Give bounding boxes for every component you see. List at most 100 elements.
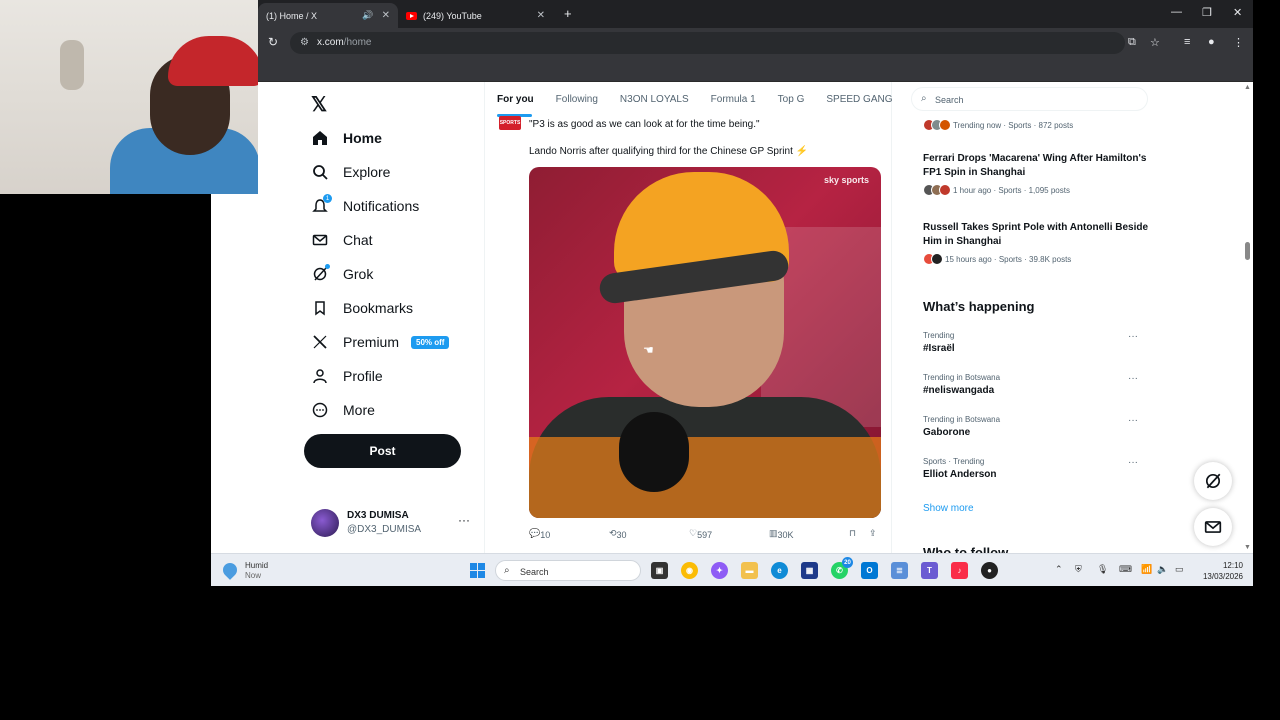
chrome-icon[interactable]: ◉ [681,562,698,579]
tab-top-g[interactable]: Top G [756,82,805,116]
nav-explore[interactable]: Explore [311,157,390,187]
tweet-quote: "P3 is as good as we can look at for the… [529,119,760,130]
nav-grok[interactable]: Grok [311,259,373,289]
messages-float-button[interactable] [1194,508,1232,546]
trend-name: #neliswangada [923,385,995,396]
like-button[interactable]: ♡ 597 [689,528,712,540]
driver-suit-orange [529,437,881,518]
keyboard-icon[interactable]: ⌨ [1119,564,1132,575]
search-icon: ⌕ [504,565,510,576]
clock[interactable]: 12:10 13/03/2026 [1197,560,1243,582]
music-icon[interactable]: ♪ [951,562,968,579]
trend-item[interactable]: Trending in Botswana #neliswangada ··· [923,373,1138,396]
bookmark-star-icon[interactable]: ☆ [1150,36,1160,49]
whatsapp-icon[interactable]: ✆ 20 [831,557,853,579]
profile-icon[interactable]: ● [1208,36,1215,48]
nav-notifications[interactable]: 1 Notifications [311,191,419,221]
minimize-icon[interactable]: — [1171,6,1182,18]
news-item[interactable]: Russell Takes Sprint Pole with Antonelli… [923,221,1153,265]
tab-youtube[interactable]: (249) YouTube ✕ [398,3,553,28]
page-scrollbar[interactable]: ▲ ▼ [1241,82,1253,553]
grok-icon [311,264,330,283]
reply-button[interactable]: 💬 10 [529,528,550,540]
trend-item[interactable]: Sports · Trending Elliot Anderson ··· [923,457,1138,480]
taskbar-search[interactable]: ⌕ Search [495,560,641,581]
reload-icon[interactable]: ↻ [268,35,278,49]
show-more-link[interactable]: Show more [923,503,974,514]
more-dots-icon[interactable]: ··· [1128,415,1138,426]
file-explorer-icon[interactable]: ▬ [741,562,758,579]
clock-date: 13/03/2026 [1202,572,1243,581]
clock-time: 12:10 [1222,561,1243,570]
nav-home[interactable]: Home [311,123,382,153]
scroll-thumb[interactable] [1245,242,1250,260]
recorder-icon[interactable]: ● [981,562,998,579]
scroll-down-icon[interactable]: ▼ [1244,544,1251,551]
nav-bookmarks[interactable]: Bookmarks [311,293,413,323]
more-dots-icon[interactable]: ··· [1128,457,1138,468]
close-window-icon[interactable]: ✕ [1233,6,1242,19]
nav-profile[interactable]: Profile [311,361,383,391]
install-app-icon[interactable]: ⧉ [1128,36,1136,49]
trend-item[interactable]: Trending in Botswana Gaborone ··· [923,415,1138,438]
news-meta: 1 hour ago · Sports · 1,095 posts [923,184,1153,196]
notepad-icon[interactable]: ≣ [891,562,908,579]
edge-icon[interactable]: e [771,562,788,579]
tab-for-you[interactable]: For you [485,82,534,116]
task-view-icon[interactable]: ▣ [651,562,668,579]
tab-n3on-loyals[interactable]: N3ON LOYALS [598,82,689,116]
nav-premium[interactable]: Premium 50% off [311,327,450,357]
news-item[interactable]: Trending now · Sports · 872 posts [923,115,1153,131]
search-input[interactable]: ⌕ Search [911,87,1148,111]
person-cap [168,36,258,86]
speaker-icon[interactable]: 🔊 [362,10,373,21]
post-button[interactable]: Post [304,434,461,468]
store-icon[interactable]: ▦ [801,562,818,579]
url-text[interactable]: x.com/home [317,37,371,48]
share-icon[interactable]: ⇪ [869,528,877,539]
repost-button[interactable]: ⟲ 30 [609,528,627,540]
tab-formula-1[interactable]: Formula 1 [689,82,756,116]
tab-speed-gang[interactable]: SPEED GANG [804,82,892,116]
trend-item[interactable]: Trending #Israël ··· [923,331,1138,354]
omnibox[interactable] [290,32,1125,54]
new-tab-icon[interactable]: + [564,6,572,21]
volume-icon[interactable]: 🔈 [1157,564,1168,575]
restore-icon[interactable]: ❐ [1202,6,1212,19]
view-count: 30K [777,530,794,540]
battery-icon[interactable]: ▭ [1175,564,1184,575]
close-tab-icon[interactable]: ✕ [537,10,545,21]
windows-start-icon[interactable] [470,563,485,578]
raindrop-icon [220,560,240,580]
avatar-stack [923,119,951,131]
account-switcher[interactable]: DX3 DUMISA @DX3_DUMISA ··· [311,507,481,541]
address-toolbar: ↻ ⚙ x.com/home ⧉ ☆ ≡ ● ⋮ [258,28,1253,58]
mouse-cursor-icon: ☚ [643,343,654,357]
chevron-up-icon[interactable]: ⌃ [1055,564,1063,575]
outlook-icon[interactable]: O [861,562,878,579]
views-button[interactable]: ▥ 30K [769,528,794,540]
nav-more[interactable]: More [311,395,375,425]
media-control-icon[interactable]: ≡ [1184,36,1190,48]
defender-icon[interactable]: ⛨ [1075,564,1082,575]
grok-float-button[interactable] [1194,462,1232,500]
copilot-icon[interactable]: ✦ [711,562,728,579]
close-tab-icon[interactable]: ✕ [382,10,390,21]
avatar-stack [923,184,951,196]
tab-following[interactable]: Following [534,82,598,116]
wifi-icon[interactable]: 📶 [1141,564,1152,575]
tab-x-home[interactable]: (1) Home / X 🔊 ✕ [258,3,398,28]
menu-icon[interactable]: ⋮ [1233,36,1244,49]
tweet-video[interactable]: sky sports ☚ [529,167,881,518]
more-dots-icon[interactable]: ··· [1128,331,1138,342]
bookmark-icon[interactable]: ⊓ [849,528,856,539]
microphone-icon[interactable]: 🎙 [1097,564,1108,575]
nav-chat[interactable]: Chat [311,225,373,255]
news-item[interactable]: Ferrari Drops 'Macarena' Wing After Hami… [923,152,1153,196]
more-dots-icon[interactable]: ··· [1128,373,1138,384]
x-logo-icon[interactable]: 𝕏 [311,92,327,117]
scroll-up-icon[interactable]: ▲ [1244,84,1251,91]
sky-sports-avatar[interactable]: SPORTS [499,116,521,130]
teams-icon[interactable]: T [921,562,938,579]
site-info-icon[interactable]: ⚙ [300,37,309,48]
